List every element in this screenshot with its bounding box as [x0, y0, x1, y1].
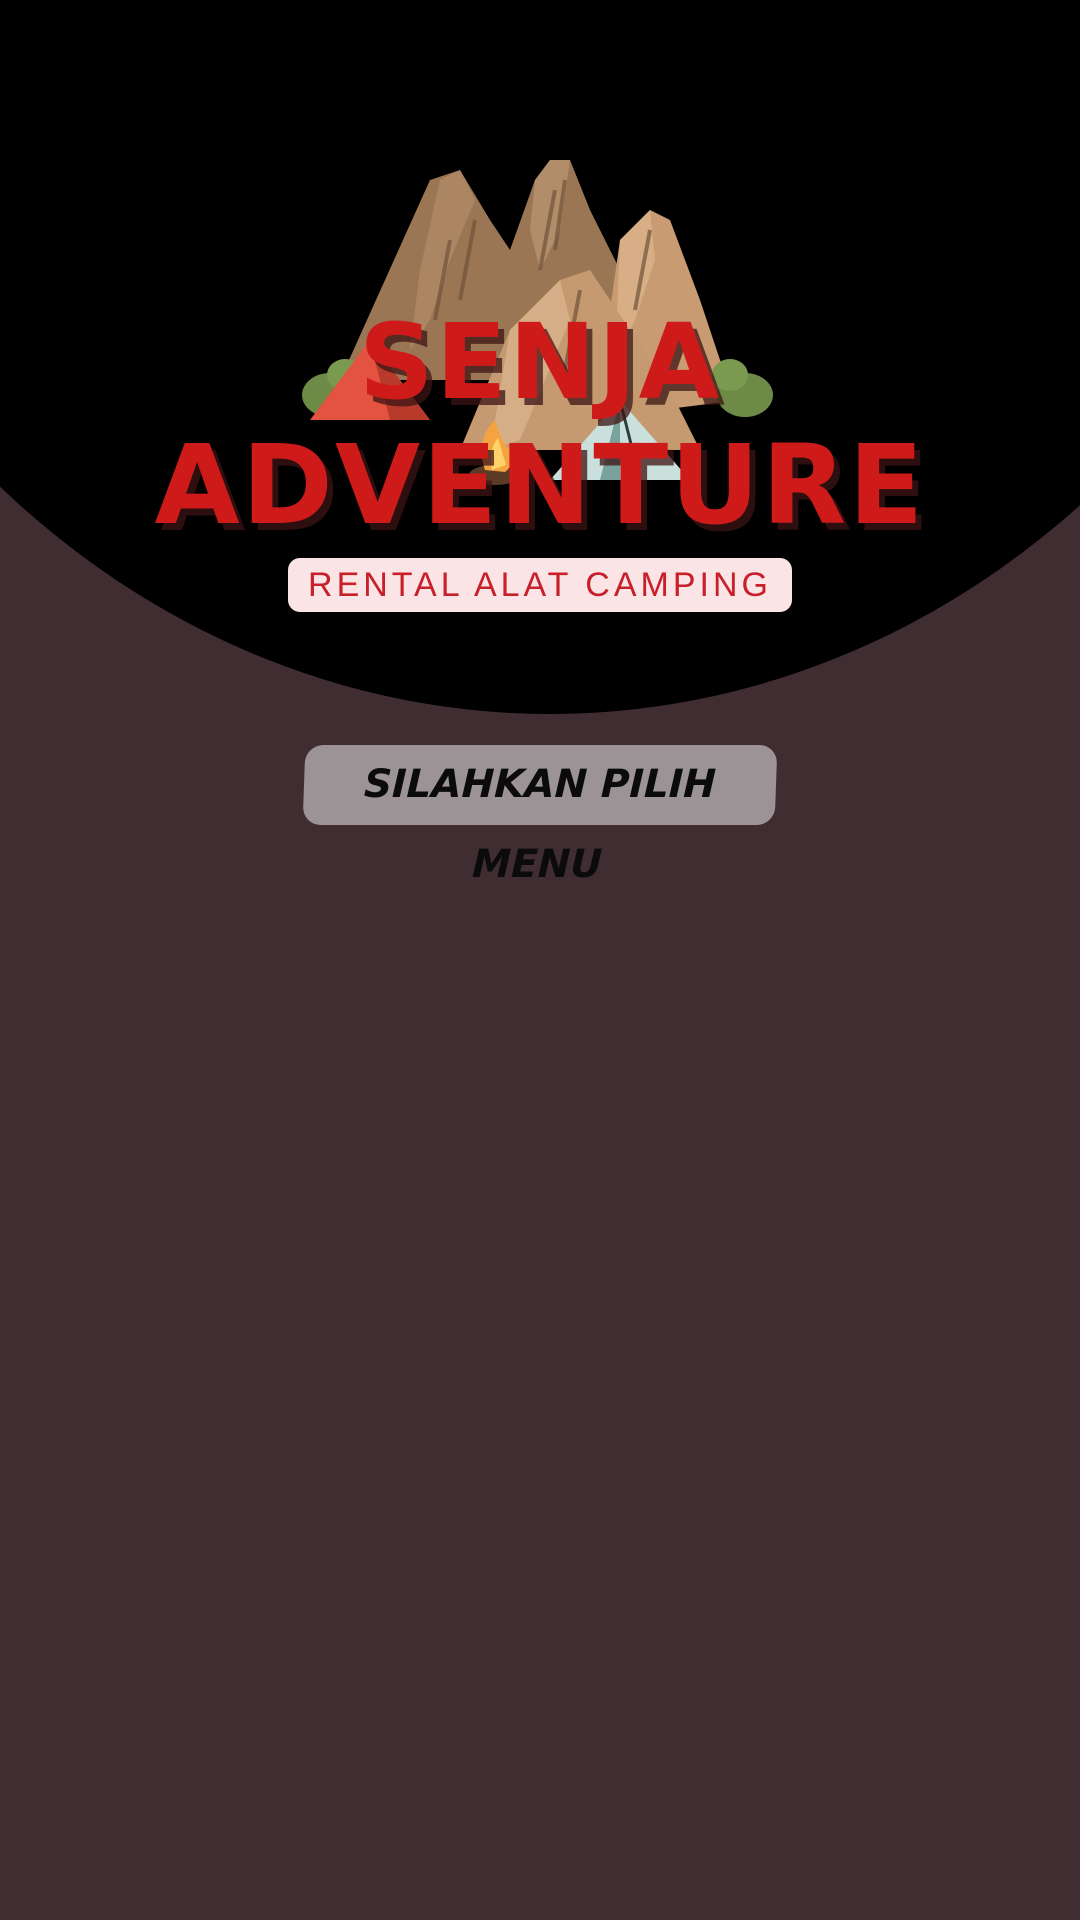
- brand-name-line-2: ADVENTURE: [154, 421, 926, 549]
- brand-logo: SENJA ADVENTURE RENTAL ALAT CAMPING: [0, 0, 1080, 700]
- splash-screen: SENJA ADVENTURE RENTAL ALAT CAMPING SILA…: [0, 0, 1080, 1920]
- menu-prompt-label: SILAHKAN PILIH MENU: [302, 745, 778, 887]
- brand-name-line-1: SENJA: [358, 301, 722, 423]
- tagline-badge: RENTAL ALAT CAMPING: [288, 558, 792, 612]
